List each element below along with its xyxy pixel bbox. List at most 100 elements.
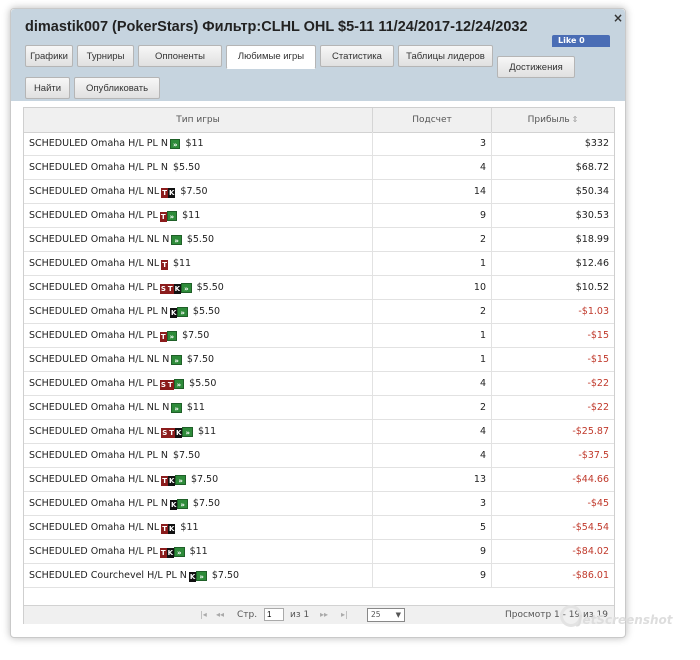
tab-favorite-games[interactable]: Любимые игры bbox=[226, 45, 316, 69]
table-row[interactable]: SCHEDULED Omaha H/L NL S T K» $11 4 -$25.87 bbox=[24, 420, 614, 444]
profit-cell: $68.72 bbox=[575, 162, 609, 173]
profit-cell: -$15 bbox=[587, 330, 609, 341]
profit-cell: -$84.02 bbox=[572, 546, 609, 557]
column-header-count[interactable]: Подсчет bbox=[373, 108, 492, 132]
count-cell: 9 bbox=[373, 564, 492, 587]
next-page-icon[interactable]: ▸▸ bbox=[320, 606, 328, 624]
table-row[interactable]: SCHEDULED Omaha H/L NL T K» $7.50 13 -$44.66 bbox=[24, 468, 614, 492]
format-letter-icon: K bbox=[169, 500, 178, 510]
table-row[interactable]: SCHEDULED Omaha H/L NL T K $11 5 -$54.54 bbox=[24, 516, 614, 540]
count-cell: 13 bbox=[373, 468, 492, 491]
table-row[interactable]: SCHEDULED Omaha H/L NL N» $5.50 2 $18.99 bbox=[24, 228, 614, 252]
game-name: SCHEDULED Omaha H/L PL N bbox=[29, 498, 168, 509]
tab-opponents[interactable]: Оппоненты bbox=[138, 45, 222, 67]
chevron-down-icon: ▼ bbox=[395, 611, 401, 619]
game-type-cell: SCHEDULED Omaha H/L PL T» $11 bbox=[24, 204, 373, 227]
game-format-badge: » bbox=[169, 139, 181, 149]
game-type-cell: SCHEDULED Omaha H/L PL T K» $11 bbox=[24, 540, 373, 563]
game-type-cell: SCHEDULED Omaha H/L NL N» $7.50 bbox=[24, 348, 373, 371]
game-type-cell: SCHEDULED Omaha H/L PL S T K» $5.50 bbox=[24, 276, 373, 299]
game-name: SCHEDULED Omaha H/L NL N bbox=[29, 402, 170, 413]
format-letter-icon: K bbox=[167, 188, 176, 198]
tab-search[interactable]: Найти bbox=[25, 77, 70, 99]
profit-cell: -$54.54 bbox=[572, 522, 609, 533]
count-cell: 3 bbox=[373, 492, 492, 515]
game-name: SCHEDULED Omaha H/L PL N bbox=[29, 306, 168, 317]
table-row[interactable]: SCHEDULED Omaha H/L PL N K» $5.50 2 -$1.03 bbox=[24, 300, 614, 324]
profit-cell: $18.99 bbox=[575, 234, 609, 245]
facebook-like-button[interactable]: Like 0 bbox=[552, 35, 610, 47]
game-format-badge: » bbox=[171, 403, 182, 413]
game-format-badge: TK bbox=[161, 188, 176, 198]
page-number-input[interactable] bbox=[264, 608, 284, 621]
table-row[interactable]: SCHEDULED Courchevel H/L PL N K» $7.50 9 -$8… bbox=[24, 564, 614, 588]
game-format-badge: S T» bbox=[159, 379, 185, 390]
column-header-game-type[interactable]: Тип игры bbox=[24, 108, 373, 132]
table-row[interactable]: SCHEDULED Omaha H/L PL T K» $11 9 -$84.02 bbox=[24, 540, 614, 564]
table-row[interactable]: SCHEDULED Omaha H/L NL T $11 1 $12.46 bbox=[24, 252, 614, 276]
table-row[interactable]: SCHEDULED Omaha H/L NL T K $7.50 14 $50.34 bbox=[24, 180, 614, 204]
tab-publish[interactable]: Опубликовать bbox=[74, 77, 160, 99]
buyin: $5.50 bbox=[192, 306, 221, 317]
turbo-icon: » bbox=[174, 547, 185, 557]
game-name: SCHEDULED Omaha H/L PL bbox=[29, 546, 158, 557]
table-row[interactable]: SCHEDULED Omaha H/L PL N $5.50 4 $68.72 bbox=[24, 156, 614, 180]
table-row[interactable]: SCHEDULED Omaha H/L PL S T» $5.50 4 -$22 bbox=[24, 372, 614, 396]
game-format-badge: » bbox=[171, 235, 182, 245]
format-letter-icon: K bbox=[175, 428, 183, 438]
game-name: SCHEDULED Omaha H/L NL bbox=[29, 426, 160, 437]
format-letter-icon: S bbox=[161, 428, 169, 438]
count-cell: 9 bbox=[373, 204, 492, 227]
count-cell: 1 bbox=[373, 348, 492, 371]
prev-page-icon[interactable]: ◂◂ bbox=[216, 606, 224, 624]
column-header-profit[interactable]: Прибыль ⇕ bbox=[492, 108, 614, 132]
table-row[interactable]: SCHEDULED Omaha H/L PL N» $11 3 $332 bbox=[24, 132, 614, 156]
game-type-cell: SCHEDULED Omaha H/L PL N $5.50 bbox=[24, 156, 373, 179]
tab-leaderboards[interactable]: Таблицы лидеров bbox=[398, 45, 493, 67]
tab-tournaments[interactable]: Турниры bbox=[77, 45, 134, 67]
table-row[interactable]: SCHEDULED Omaha H/L NL N» $11 2 -$22 bbox=[24, 396, 614, 420]
format-letter-icon: K bbox=[169, 308, 178, 318]
profit-cell: -$15 bbox=[587, 354, 609, 365]
close-icon[interactable]: × bbox=[613, 11, 623, 25]
format-letter-icon: T bbox=[166, 380, 174, 390]
pager: |◂ ◂◂ Стр. из 1 ▸▸ ▸| 25▼ Просмотр 1 - 1… bbox=[24, 605, 614, 624]
tab-charts[interactable]: Графики bbox=[25, 45, 73, 67]
game-type-cell: SCHEDULED Omaha H/L NL N» $5.50 bbox=[24, 228, 373, 251]
profit-cell: -$22 bbox=[587, 402, 609, 413]
buyin: $11 bbox=[189, 546, 208, 557]
page-size-select[interactable]: 25 ▼ bbox=[367, 608, 405, 622]
count-cell: 4 bbox=[373, 420, 492, 443]
table-row[interactable]: SCHEDULED Omaha H/L NL N» $7.50 1 -$15 bbox=[24, 348, 614, 372]
game-format-badge: K» bbox=[169, 499, 188, 510]
last-page-icon[interactable]: ▸| bbox=[341, 606, 348, 624]
buyin: $7.50 bbox=[186, 354, 215, 365]
turbo-icon: » bbox=[171, 355, 182, 365]
table-row[interactable]: SCHEDULED Omaha H/L PL N $7.50 4 -$37.5 bbox=[24, 444, 614, 468]
format-letter-icon: T bbox=[159, 548, 167, 558]
game-format-badge: S T K» bbox=[161, 427, 193, 438]
turbo-icon: » bbox=[169, 139, 181, 149]
game-format-badge: » bbox=[171, 355, 182, 365]
game-format-badge: S T K» bbox=[159, 283, 192, 294]
format-letter-icon: T bbox=[168, 428, 176, 438]
favorite-games-table: Тип игры Подсчет Прибыль ⇕ SCHEDULED Omah… bbox=[23, 107, 615, 624]
game-name: SCHEDULED Omaha H/L PL bbox=[29, 330, 158, 341]
first-page-icon[interactable]: |◂ bbox=[200, 606, 207, 624]
format-letter-icon: K bbox=[167, 476, 176, 486]
table-row[interactable]: SCHEDULED Omaha H/L PL T» $7.50 1 -$15 bbox=[24, 324, 614, 348]
game-name: SCHEDULED Omaha H/L PL N bbox=[29, 162, 168, 173]
count-cell: 2 bbox=[373, 228, 492, 251]
format-letter-icon: K bbox=[173, 284, 182, 294]
dialog-title: dimastik007 (PokerStars) Фильтр:CLHL OHL… bbox=[25, 19, 528, 35]
count-cell: 5 bbox=[373, 516, 492, 539]
game-type-cell: SCHEDULED Omaha H/L PL N $7.50 bbox=[24, 444, 373, 467]
count-cell: 2 bbox=[373, 396, 492, 419]
tab-statistics[interactable]: Статистика bbox=[320, 45, 394, 67]
buyin: $5.50 bbox=[196, 282, 224, 293]
table-row[interactable]: SCHEDULED Omaha H/L PL T» $11 9 $30.53 bbox=[24, 204, 614, 228]
tab-achievements[interactable]: Достижения bbox=[497, 56, 575, 78]
table-row[interactable]: SCHEDULED Omaha H/L PL S T K» $5.50 10 $10.52 bbox=[24, 276, 614, 300]
table-row[interactable]: SCHEDULED Omaha H/L PL N K» $7.50 3 -$45 bbox=[24, 492, 614, 516]
turbo-icon: » bbox=[181, 283, 192, 293]
